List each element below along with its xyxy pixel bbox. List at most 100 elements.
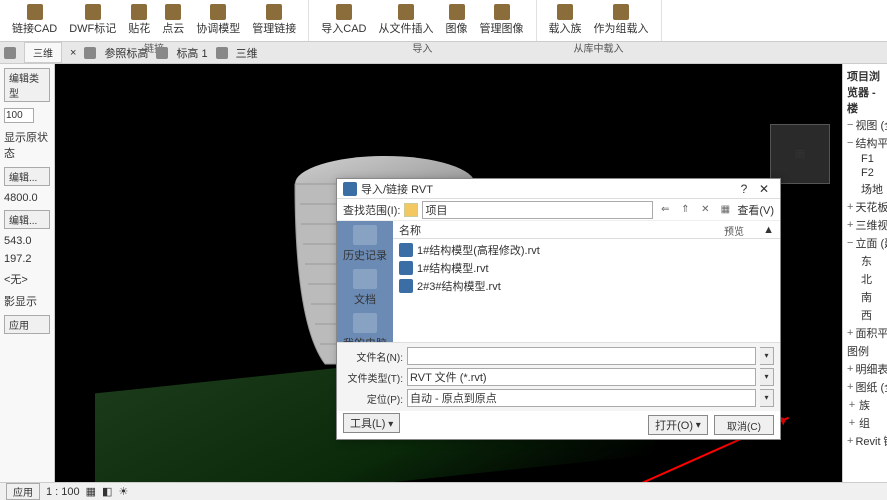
apply-button[interactable]: 应用 <box>6 483 40 500</box>
tools-button[interactable]: 工具(L) ▾ <box>343 413 400 433</box>
filename-input[interactable] <box>407 347 756 365</box>
fromfile-icon <box>398 4 414 20</box>
ribbon-btn[interactable]: 协调模型 <box>192 2 244 38</box>
ribbon-btn[interactable]: 管理链接 <box>248 2 300 38</box>
properties-panel: 编辑类型 显示原状态 编辑... 4800.0 编辑... 543.0 197.… <box>0 64 55 482</box>
folder-icon <box>404 203 418 217</box>
positioning-combo[interactable]: 自动 - 原点到原点 <box>407 389 756 407</box>
tree-item[interactable]: F2 <box>847 166 883 180</box>
list-header[interactable]: 名称▲ <box>393 221 780 239</box>
filetype-label: 文件类型(T): <box>343 370 403 385</box>
importcad-icon <box>336 4 352 20</box>
tree-item[interactable]: +三维视图 <box>847 216 883 234</box>
tree-root[interactable]: −视图 (全 <box>847 116 883 134</box>
ribbon-btn[interactable]: 导入CAD <box>317 2 370 38</box>
rvt-icon <box>399 261 413 275</box>
tree-item[interactable]: F1 <box>847 152 883 166</box>
close-icon[interactable]: × <box>70 47 76 59</box>
ribbon-btn[interactable]: 贴花 <box>124 2 154 38</box>
value-label: 4800.0 <box>4 192 50 204</box>
tool-icon[interactable]: ☀ <box>118 485 128 498</box>
tree-item[interactable]: 图例 <box>847 342 883 360</box>
lookin-combo[interactable]: 项目 <box>422 201 653 219</box>
ribbon-btn[interactable]: 作为组载入 <box>590 2 653 38</box>
loadfam-icon <box>557 4 573 20</box>
help-button[interactable]: ? <box>734 182 754 196</box>
delete-icon[interactable]: ✕ <box>697 202 713 218</box>
edit-type-button[interactable]: 编辑类型 <box>4 68 50 102</box>
side-history[interactable]: 历史记录 <box>343 225 387 263</box>
edit-button[interactable]: 编辑... <box>4 210 50 229</box>
tree-item[interactable]: +Revit 链接 <box>847 432 883 450</box>
side-mycomputer[interactable]: 我的电脑 <box>343 313 387 342</box>
rvt-icon <box>399 243 413 257</box>
decal-icon <box>131 4 147 20</box>
cancel-button[interactable]: 取消(C) <box>714 415 774 435</box>
apply-button[interactable]: 应用 <box>4 315 50 334</box>
tree-item[interactable]: −立面 (建 <box>847 234 883 252</box>
views-label[interactable]: 查看(V) <box>737 202 774 218</box>
mimage-icon <box>494 4 510 20</box>
scale-input[interactable] <box>4 108 34 123</box>
ribbon-btn[interactable]: 链接CAD <box>8 2 61 38</box>
computer-icon <box>353 313 377 333</box>
ribbon-btn[interactable]: 点云 <box>158 2 188 38</box>
ribbon-btn[interactable]: 载入族 <box>545 2 586 38</box>
tree-item[interactable]: 北 <box>847 270 883 288</box>
tree-item[interactable]: −结构平面 <box>847 134 883 152</box>
tree-item[interactable]: +族 <box>847 396 883 414</box>
tree-item[interactable]: +明细表/数 <box>847 360 883 378</box>
back-icon[interactable]: ⇐ <box>657 202 673 218</box>
tool-icon[interactable]: ◧ <box>102 485 112 498</box>
ribbon: 链接CAD DWF标记 贴花 点云 协调模型 管理链接 链接 导入CAD 从文件… <box>0 0 887 42</box>
pointcloud-icon <box>165 4 181 20</box>
dialog-bottom: 文件名(N): ▾ 文件类型(T): RVT 文件 (*.rvt) ▾ 定位(P… <box>337 342 780 411</box>
ribbon-group-label: 导入 <box>412 40 432 55</box>
viewcube[interactable]: 南 <box>770 124 830 184</box>
file-item[interactable]: 1#结构模型.rvt <box>397 259 776 277</box>
file-item[interactable]: 1#结构模型(高程修改).rvt <box>397 241 776 259</box>
dialog-toolbar: 查找范围(I): 项目 ⇐ ⇑ ✕ ▦ 查看(V) <box>337 199 780 221</box>
file-item[interactable]: 2#3#结构模型.rvt <box>397 277 776 295</box>
tree-item[interactable]: 南 <box>847 288 883 306</box>
filetype-combo[interactable]: RVT 文件 (*.rvt) <box>407 368 756 386</box>
tab-3d[interactable]: 三维 <box>24 42 62 63</box>
ribbon-btn[interactable]: 从文件插入 <box>375 2 438 38</box>
close-button[interactable]: ✕ <box>754 182 774 196</box>
up-icon[interactable]: ⇑ <box>677 202 693 218</box>
view-icon[interactable] <box>84 47 96 59</box>
dropdown-icon[interactable]: ▾ <box>760 347 774 365</box>
tree-item[interactable]: +面积平面 <box>847 324 883 342</box>
dialog-title: 导入/链接 RVT <box>361 181 433 197</box>
dialog-sidebar: 历史记录 文档 我的电脑 我的 收藏夹 桌面 <box>337 221 393 342</box>
ribbon-btn[interactable]: 图像 <box>442 2 472 38</box>
ribbon-btn[interactable]: 管理图像 <box>476 2 528 38</box>
newfolder-icon[interactable]: ▦ <box>717 202 733 218</box>
dropdown-icon[interactable]: ▾ <box>760 389 774 407</box>
home-icon[interactable] <box>4 47 16 59</box>
tree-item[interactable]: +图纸 (全 <box>847 378 883 396</box>
edit-button[interactable]: 编辑... <box>4 167 50 186</box>
tree-item[interactable]: 东 <box>847 252 883 270</box>
tree-item[interactable]: 西 <box>847 306 883 324</box>
tree-item[interactable]: +组 <box>847 414 883 432</box>
view-tabs: 三维 × 参照标高 标高 1 三维 <box>0 42 887 64</box>
dropdown-icon[interactable]: ▾ <box>760 368 774 386</box>
view-icon[interactable] <box>216 47 228 59</box>
view-icon[interactable] <box>156 47 168 59</box>
preview-label: 预览 <box>724 223 774 238</box>
ribbon-btn[interactable]: DWF标记 <box>65 2 120 38</box>
open-button[interactable]: 打开(O) ▾ <box>648 415 708 435</box>
scale-display[interactable]: 1 : 100 <box>46 486 80 498</box>
ribbon-group-load: 载入族 作为组载入 从库中载入 <box>537 0 662 41</box>
tool-icon[interactable]: ▦ <box>86 485 96 498</box>
dialog-titlebar: 导入/链接 RVT ? ✕ <box>337 179 780 199</box>
filename-label: 文件名(N): <box>343 349 403 364</box>
ribbon-group-label: 从库中载入 <box>574 40 624 55</box>
tree-item[interactable]: +天花板 <box>847 198 883 216</box>
ribbon-group-link: 链接CAD DWF标记 贴花 点云 协调模型 管理链接 链接 <box>0 0 309 41</box>
lookin-label: 查找范围(I): <box>343 202 400 218</box>
side-documents[interactable]: 文档 <box>353 269 377 307</box>
loadgrp-icon <box>613 4 629 20</box>
tree-item[interactable]: 场地 <box>847 180 883 198</box>
